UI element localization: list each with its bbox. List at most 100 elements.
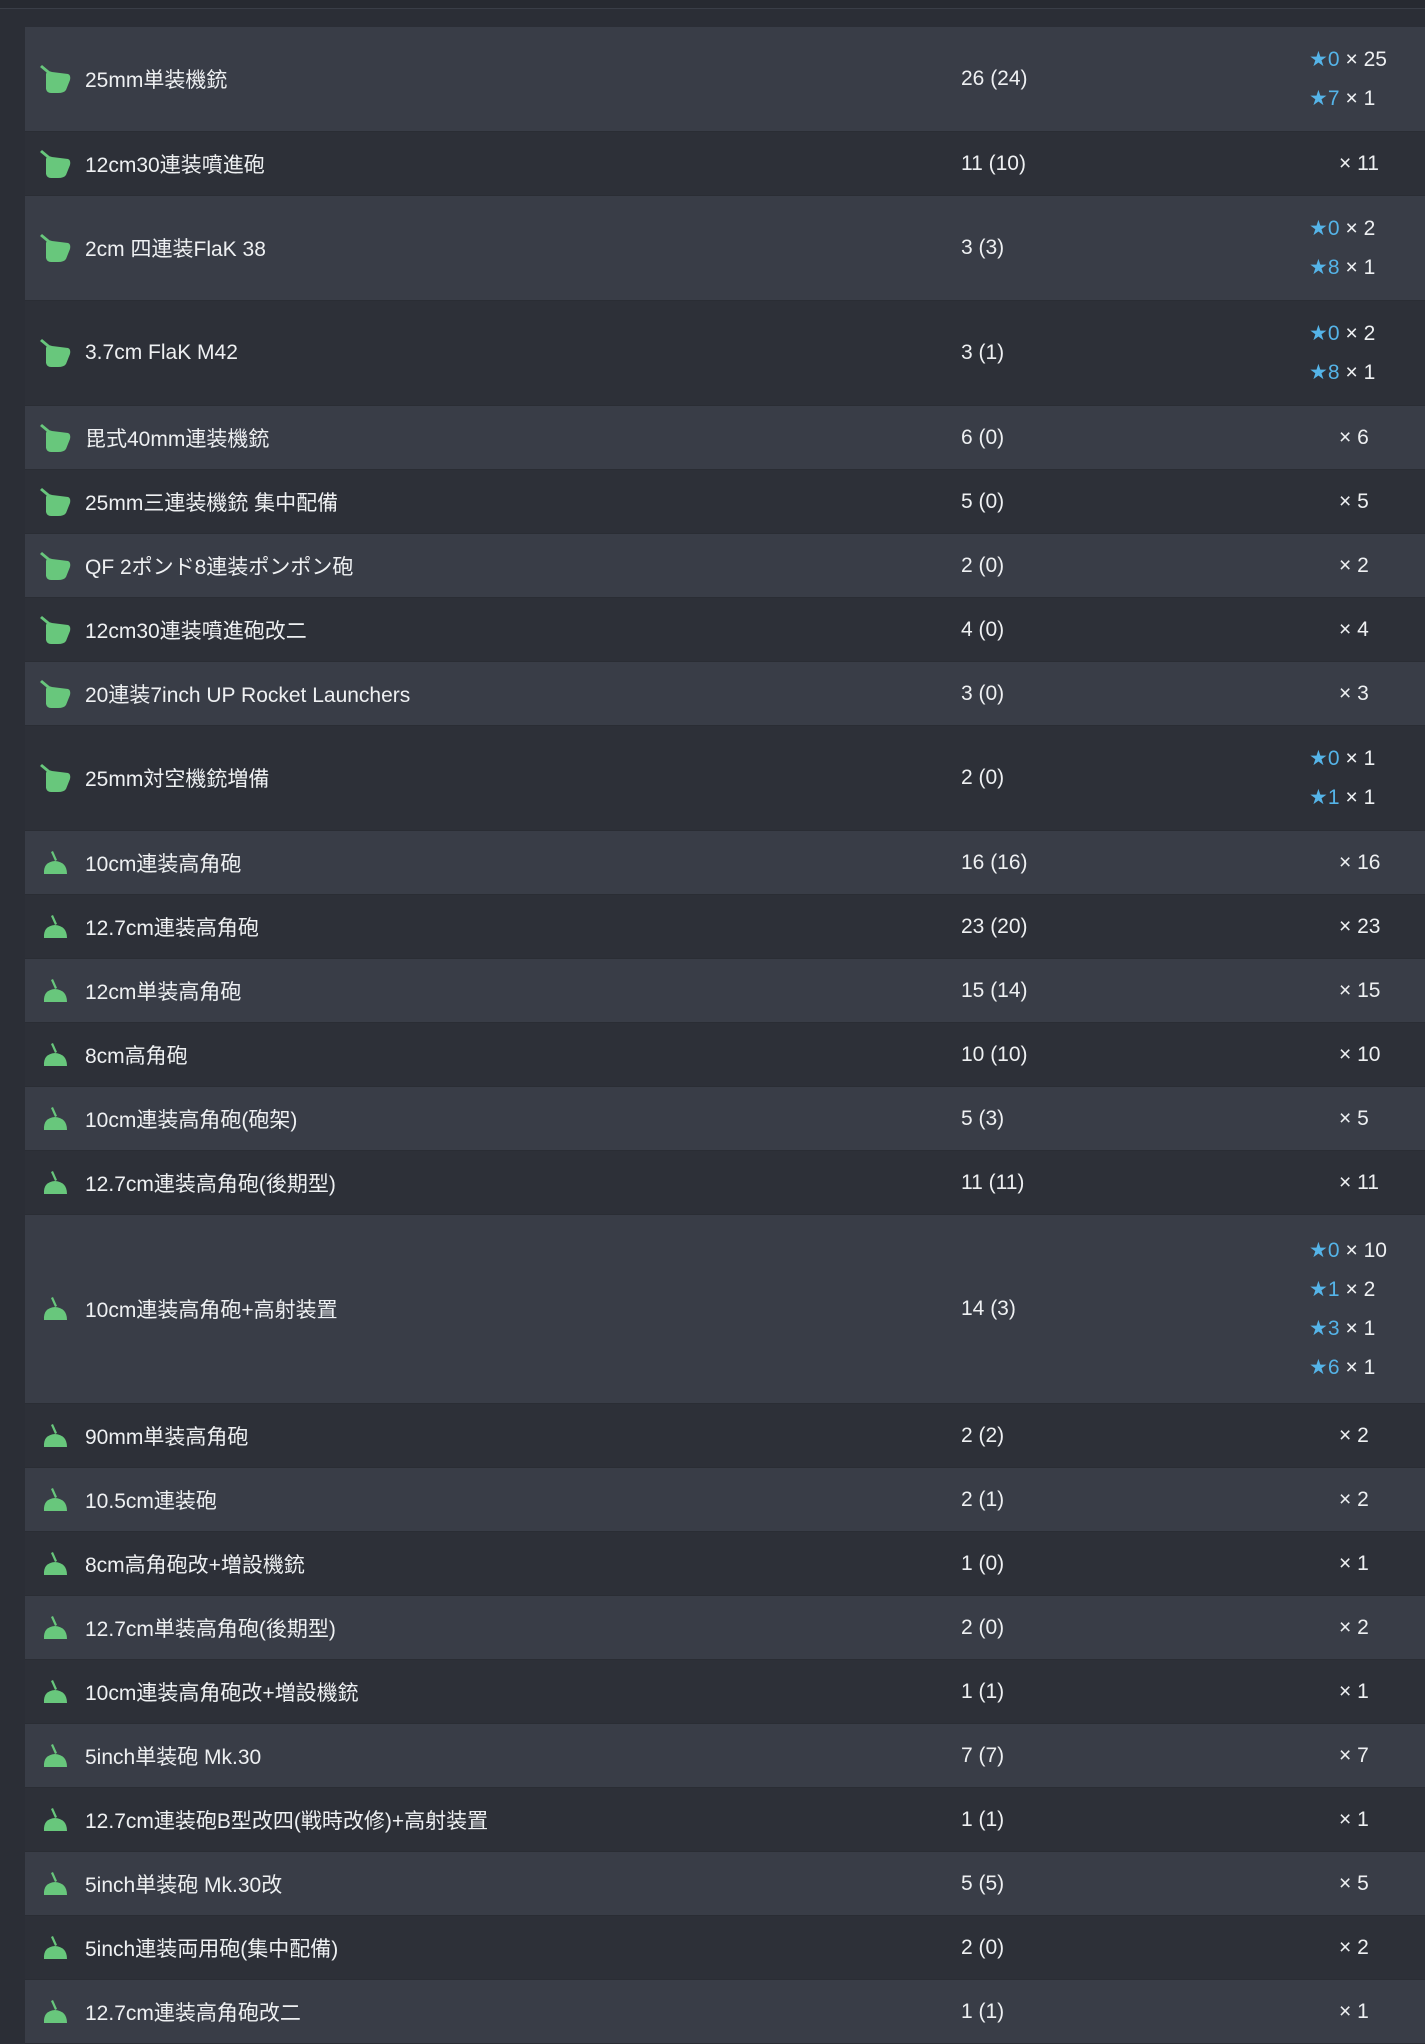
table-row[interactable]: 20連装7inch UP Rocket Launchers 3 (0) × 3	[25, 662, 1425, 726]
table-row[interactable]: 12.7cm連装砲B型改四(戦時改修)+高射装置 1 (1) × 1	[25, 1788, 1425, 1852]
table-row[interactable]: 12cm30連装噴進砲改二 4 (0) × 4	[25, 598, 1425, 662]
table-row[interactable]: 25mm対空機銃増備 2 (0) ★0 × 1 ★1 × 1	[25, 726, 1425, 831]
table-row[interactable]: 10cm連装高角砲(砲架) 5 (3) × 5	[25, 1087, 1425, 1151]
improvement-breakdown: × 2	[1309, 1404, 1369, 1467]
star-count: × 6	[1339, 425, 1369, 449]
star-level: ★8	[1309, 256, 1340, 279]
equipment-name: QF 2ポンド8連装ポンポン砲	[85, 555, 354, 579]
equipment-table: 25mm単装機銃 26 (24) ★0 × 25 ★7 × 1 12cm30連装噴進砲 11…	[25, 27, 1425, 2044]
table-row[interactable]: 12.7cm連装高角砲改二 1 (1) × 1	[25, 1980, 1425, 2044]
improvement-line: ★0 × 2	[1309, 216, 1375, 241]
improvement-line: ★6 × 1	[1309, 1355, 1375, 1380]
equipment-name: 12.7cm連装高角砲(後期型)	[85, 1172, 336, 1196]
equipment-count: 16 (16)	[961, 850, 1028, 874]
star-level: ★1	[1309, 786, 1340, 809]
star-count: × 3	[1339, 681, 1369, 705]
equipment-name: 2cm 四連装FlaK 38	[85, 238, 266, 261]
equipment-count: 2 (0)	[961, 1935, 1005, 1959]
table-row[interactable]: 毘式40mm連装機銃 6 (0) × 6	[25, 406, 1425, 470]
star-count: × 2	[1339, 1615, 1369, 1639]
table-row[interactable]: 3.7cm FlaK M42 3 (1) ★0 × 2 ★8 × 1	[25, 301, 1425, 406]
table-row[interactable]: 10cm連装高角砲+高射装置 14 (3) ★0 × 10 ★1 × 2 ★3 × 1 ★6 × …	[25, 1215, 1425, 1404]
improvement-line: × 5	[1309, 490, 1369, 514]
improvement-line: ★0 × 2	[1309, 321, 1375, 346]
improvement-line: × 2	[1309, 1488, 1369, 1512]
improvement-line: × 11	[1309, 1171, 1379, 1195]
improvement-line: × 15	[1309, 979, 1380, 1003]
table-row[interactable]: 25mm単装機銃 26 (24) ★0 × 25 ★7 × 1	[25, 27, 1425, 132]
ha-gun-icon	[37, 1788, 73, 1851]
equipment-count: 2 (0)	[961, 1615, 1005, 1639]
table-row[interactable]: 10cm連装高角砲 16 (16) × 16	[25, 831, 1425, 895]
equipment-count: 15 (14)	[961, 978, 1028, 1002]
ha-gun-icon	[37, 1468, 73, 1531]
ha-gun-icon	[37, 895, 73, 958]
aa-gun-icon	[37, 301, 73, 405]
top-bar	[0, 0, 1425, 9]
star-level: ★0	[1309, 747, 1340, 770]
improvement-line: × 3	[1309, 682, 1369, 706]
equipment-count: 7 (7)	[961, 1743, 1005, 1767]
improvement-line: × 5	[1309, 1107, 1369, 1131]
ha-gun-icon	[37, 1215, 73, 1403]
improvement-line: ★8 × 1	[1309, 360, 1375, 385]
equipment-name: 5inch単装砲 Mk.30改	[85, 1873, 283, 1897]
star-count: × 5	[1339, 1871, 1369, 1895]
table-row[interactable]: 90mm単装高角砲 2 (2) × 2	[25, 1404, 1425, 1468]
improvement-breakdown: × 3	[1309, 662, 1369, 725]
table-row[interactable]: 5inch単装砲 Mk.30改 5 (5) × 5	[25, 1852, 1425, 1916]
improvement-breakdown: × 5	[1309, 1087, 1369, 1150]
improvement-line: × 2	[1309, 1616, 1369, 1640]
table-row[interactable]: 10cm連装高角砲改+増設機銃 1 (1) × 1	[25, 1660, 1425, 1724]
table-row[interactable]: 12.7cm連装高角砲 23 (20) × 23	[25, 895, 1425, 959]
table-row[interactable]: 8cm高角砲 10 (10) × 10	[25, 1023, 1425, 1087]
ha-gun-icon	[37, 1852, 73, 1915]
table-row[interactable]: 12.7cm単装高角砲(後期型) 2 (0) × 2	[25, 1596, 1425, 1660]
ha-gun-icon	[37, 1087, 73, 1150]
improvement-breakdown: × 6	[1309, 406, 1369, 469]
improvement-line: ★7 × 1	[1309, 86, 1375, 111]
equipment-name: 12cm単装高角砲	[85, 980, 242, 1004]
improvement-breakdown: × 2	[1309, 1596, 1369, 1659]
equipment-name: 25mm単装機銃	[85, 69, 228, 92]
aa-gun-icon	[37, 470, 73, 533]
table-row[interactable]: 12.7cm連装高角砲(後期型) 11 (11) × 11	[25, 1151, 1425, 1215]
ha-gun-icon	[37, 1724, 73, 1787]
improvement-breakdown: × 4	[1309, 598, 1369, 661]
table-row[interactable]: 10.5cm連装砲 2 (1) × 2	[25, 1468, 1425, 1532]
star-count: × 5	[1339, 1106, 1369, 1130]
improvement-breakdown: × 2	[1309, 1468, 1369, 1531]
table-row[interactable]: 2cm 四連装FlaK 38 3 (3) ★0 × 2 ★8 × 1	[25, 196, 1425, 301]
table-row[interactable]: 5inch単装砲 Mk.30 7 (7) × 7	[25, 1724, 1425, 1788]
table-row[interactable]: 5inch連装両用砲(集中配備) 2 (0) × 2	[25, 1916, 1425, 1980]
equipment-count: 5 (0)	[961, 489, 1005, 513]
star-count: × 1	[1345, 86, 1376, 110]
equipment-name: 12.7cm連装高角砲改二	[85, 2001, 301, 2025]
equipment-count: 2 (0)	[961, 553, 1005, 577]
star-count: × 11	[1339, 1170, 1379, 1194]
star-count: × 7	[1339, 1743, 1369, 1767]
improvement-breakdown: × 16	[1309, 831, 1380, 894]
table-row[interactable]: 12cm30連装噴進砲 11 (10) × 11	[25, 132, 1425, 196]
aa-gun-icon	[37, 196, 73, 300]
equipment-count: 5 (5)	[961, 1871, 1005, 1895]
star-level: ★0	[1309, 1239, 1340, 1262]
aa-gun-icon	[37, 726, 73, 830]
ha-gun-icon	[37, 1532, 73, 1595]
improvement-line: × 6	[1309, 426, 1369, 450]
equipment-name: 12cm30連装噴進砲改二	[85, 619, 307, 643]
table-row[interactable]: QF 2ポンド8連装ポンポン砲 2 (0) × 2	[25, 534, 1425, 598]
table-row[interactable]: 25mm三連装機銃 集中配備 5 (0) × 5	[25, 470, 1425, 534]
table-row[interactable]: 12cm単装高角砲 15 (14) × 15	[25, 959, 1425, 1023]
star-count: × 1	[1345, 1316, 1376, 1340]
equipment-count: 2 (0)	[961, 766, 1005, 789]
star-count: × 2	[1339, 1935, 1369, 1959]
improvement-breakdown: × 15	[1309, 959, 1380, 1022]
star-count: × 1	[1345, 360, 1376, 384]
equipment-name: 12.7cm単装高角砲(後期型)	[85, 1617, 336, 1641]
equipment-count: 3 (1)	[961, 341, 1005, 364]
improvement-breakdown: ★0 × 25 ★7 × 1	[1309, 27, 1387, 131]
table-row[interactable]: 8cm高角砲改+増設機銃 1 (0) × 1	[25, 1532, 1425, 1596]
ha-gun-icon	[37, 959, 73, 1022]
improvement-breakdown: × 10	[1309, 1023, 1380, 1086]
